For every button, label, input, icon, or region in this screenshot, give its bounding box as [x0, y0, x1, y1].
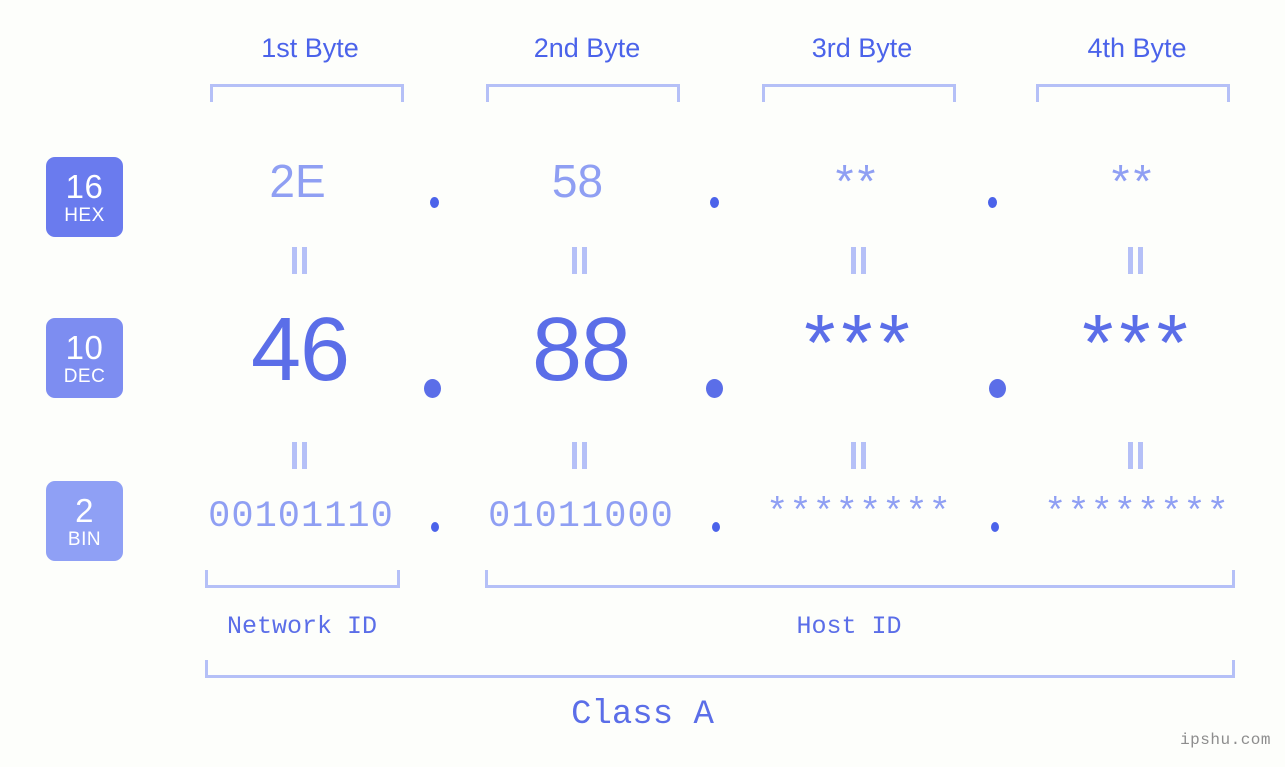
equals-mark-dec-bin-1: [292, 442, 308, 469]
equals-mark-dec-bin-4: [1128, 442, 1144, 469]
base-badge-dec: 10 DEC: [46, 318, 123, 398]
hex-byte-value-2: 58: [460, 158, 695, 204]
dec-byte-value-4: ***: [1018, 303, 1258, 383]
equals-mark-hex-dec-1: [292, 247, 308, 274]
hex-separator-dot-3: [988, 197, 997, 208]
dec-separator-dot-2: [706, 379, 723, 398]
bin-byte-value-2: 01011000: [462, 499, 700, 536]
bin-separator-dot-1: [431, 522, 439, 532]
hex-byte-value-4: **: [1016, 158, 1251, 204]
base-badge-bin-name: BIN: [68, 530, 101, 549]
bin-separator-dot-2: [712, 522, 720, 532]
equals-mark-hex-dec-2: [572, 247, 588, 274]
byte-bracket-2: [486, 84, 680, 102]
dec-byte-value-1: 46: [180, 305, 420, 395]
host-id-bracket: [485, 570, 1235, 588]
bin-separator-dot-3: [991, 522, 999, 532]
class-label: Class A: [0, 696, 1285, 734]
base-badge-dec-name: DEC: [64, 367, 106, 386]
dec-byte-value-3: ***: [740, 303, 980, 383]
bin-byte-value-3: ********: [740, 496, 978, 533]
byte-header-label-1: 1st Byte: [180, 33, 440, 64]
base-badge-dec-radix: 10: [66, 331, 104, 364]
base-badge-bin-radix: 2: [75, 494, 94, 527]
host-id-label: Host ID: [740, 612, 958, 641]
base-badge-hex-radix: 16: [66, 170, 104, 203]
base-badge-bin: 2 BIN: [46, 481, 123, 561]
equals-mark-dec-bin-2: [572, 442, 588, 469]
hex-byte-value-1: 2E: [180, 158, 415, 204]
network-id-label: Network ID: [182, 612, 422, 641]
base-badge-hex-name: HEX: [64, 206, 105, 225]
class-bracket: [205, 660, 1235, 678]
hex-byte-value-3: **: [740, 158, 975, 204]
equals-mark-hex-dec-3: [851, 247, 867, 274]
equals-mark-dec-bin-3: [851, 442, 867, 469]
equals-mark-hex-dec-4: [1128, 247, 1144, 274]
ip-byte-breakdown-diagram: 1st Byte 2nd Byte 3rd Byte 4th Byte 16 H…: [0, 0, 1285, 767]
bin-byte-value-4: ********: [1018, 496, 1256, 533]
site-watermark: ipshu.com: [1180, 731, 1271, 749]
hex-separator-dot-2: [710, 197, 719, 208]
base-badge-hex: 16 HEX: [46, 157, 123, 237]
network-id-bracket: [205, 570, 400, 588]
byte-bracket-3: [762, 84, 956, 102]
byte-bracket-4: [1036, 84, 1230, 102]
hex-separator-dot-1: [430, 197, 439, 208]
dec-byte-value-2: 88: [461, 305, 701, 395]
bin-byte-value-1: 00101110: [182, 499, 420, 536]
byte-header-label-4: 4th Byte: [1007, 33, 1267, 64]
dec-separator-dot-3: [989, 379, 1006, 398]
byte-header-label-3: 3rd Byte: [732, 33, 992, 64]
dec-separator-dot-1: [424, 379, 441, 398]
byte-bracket-1: [210, 84, 404, 102]
byte-header-label-2: 2nd Byte: [457, 33, 717, 64]
